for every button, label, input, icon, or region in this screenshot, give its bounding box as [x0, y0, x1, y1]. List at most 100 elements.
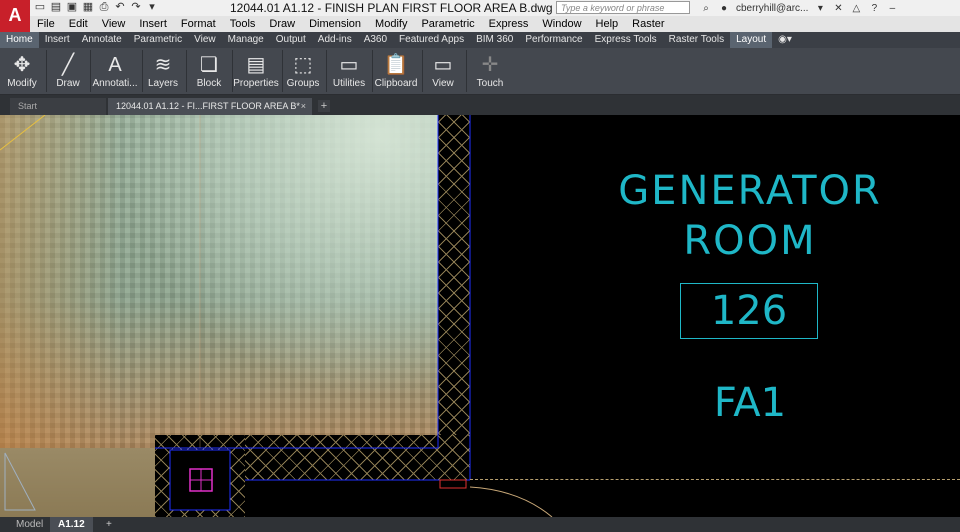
panel-draw-label: Draw — [56, 78, 80, 89]
panel-touch[interactable]: ✛ Touch — [468, 48, 512, 94]
menu-raster[interactable]: Raster — [625, 16, 671, 32]
tab-home[interactable]: Home — [0, 32, 39, 48]
menu-help[interactable]: Help — [589, 16, 626, 32]
panel-block[interactable]: ❏ Block — [188, 48, 230, 94]
menu-modify[interactable]: Modify — [368, 16, 414, 32]
panel-modify-label: Modify — [7, 78, 37, 89]
measure-icon: ▭ — [339, 54, 359, 76]
tab-bim-360[interactable]: BIM 360 — [470, 32, 519, 48]
menu-format[interactable]: Format — [174, 16, 223, 32]
help-icon[interactable]: ? — [868, 3, 880, 14]
panel-layers-label: Layers — [147, 78, 178, 89]
panel-layers[interactable]: ≋ Layers — [144, 48, 182, 94]
panel-groups[interactable]: ⬚ Groups — [284, 48, 322, 94]
menu-express[interactable]: Express — [482, 16, 536, 32]
panel-view[interactable]: ▭ View — [424, 48, 462, 94]
ribbon-separator — [186, 50, 187, 92]
panel-modify[interactable]: ✥ Modify — [2, 48, 42, 94]
doc-tab-start[interactable]: Start — [10, 98, 106, 115]
tab-insert[interactable]: Insert — [39, 32, 76, 48]
panel-utilities-label: Utilities — [332, 78, 366, 89]
panel-utilities[interactable]: ▭ Utilities — [328, 48, 370, 94]
menu-parametric[interactable]: Parametric — [414, 16, 481, 32]
ribbon-separator — [282, 50, 283, 92]
triangle-symbol — [4, 452, 36, 511]
new-file-icon[interactable]: ▭ — [34, 1, 46, 13]
menu-insert[interactable]: Insert — [132, 16, 174, 32]
properties-icon: ▤ — [246, 54, 266, 76]
ribbon-separator — [326, 50, 327, 92]
move-icon: ✥ — [13, 54, 31, 76]
panel-properties-label: Properties — [233, 78, 279, 89]
menu-window[interactable]: Window — [535, 16, 588, 32]
qat-dropdown-icon[interactable]: ▾ — [146, 1, 158, 13]
menu-tools[interactable]: Tools — [223, 16, 263, 32]
panel-annotation-label: Annotati... — [92, 78, 138, 89]
panel-draw[interactable]: ╱ Draw — [50, 48, 86, 94]
line-icon: ╱ — [61, 54, 75, 76]
layers-icon: ≋ — [154, 54, 172, 76]
search-input[interactable]: Type a keyword or phrase — [556, 1, 690, 14]
panel-properties[interactable]: ▤ Properties — [233, 48, 279, 94]
dashed-line — [470, 479, 960, 480]
ribbon-tabs: Home Insert Annotate Parametric View Man… — [0, 32, 960, 48]
new-tab-button[interactable]: + — [318, 100, 330, 112]
chevron-down-icon[interactable]: ▾ — [814, 3, 826, 14]
touch-icon: ✛ — [481, 54, 499, 76]
quick-access-toolbar: ▭ ▤ ▣ ▦ ⎙ ↶ ↷ ▾ — [34, 1, 158, 13]
text-icon: A — [108, 54, 122, 76]
room-name-line-2: ROOM — [683, 218, 817, 264]
panel-clipboard[interactable]: 📋 Clipboard — [373, 48, 419, 94]
layout-tabs-bar: Model A1.12 + — [0, 517, 960, 532]
tab-raster-tools[interactable]: Raster Tools — [663, 32, 730, 48]
autocad-logo[interactable]: A — [0, 0, 30, 32]
user-area: ⌕ ● cberryhill@arc... ▾ ✕ △ ? – — [700, 0, 898, 16]
ribbon-options-icon[interactable]: ◉▾ — [772, 32, 798, 48]
plot-icon[interactable]: ⎙ — [98, 1, 110, 13]
tab-add-ins[interactable]: Add-ins — [312, 32, 358, 48]
tab-view[interactable]: View — [188, 32, 222, 48]
tab-parametric[interactable]: Parametric — [128, 32, 188, 48]
user-name[interactable]: cberryhill@arc... — [736, 3, 808, 14]
tab-annotate[interactable]: Annotate — [76, 32, 128, 48]
clipboard-icon: 📋 — [383, 54, 409, 76]
tab-performance[interactable]: Performance — [519, 32, 588, 48]
document-tabs: Start 12044.01 A1.12 - FI...FIRST FLOOR … — [0, 95, 960, 115]
open-folder-icon[interactable]: ▤ — [50, 1, 62, 13]
doc-tab-file[interactable]: 12044.01 A1.12 - FI...FIRST FLOOR AREA B… — [108, 98, 312, 115]
menu-file[interactable]: File — [30, 16, 62, 32]
tab-layout-a1-12[interactable]: A1.12 — [50, 517, 93, 532]
view-icon: ▭ — [433, 54, 453, 76]
menu-draw[interactable]: Draw — [262, 16, 302, 32]
redo-icon[interactable]: ↷ — [130, 1, 142, 13]
user-icon[interactable]: ● — [718, 3, 730, 14]
ribbon-separator — [466, 50, 467, 92]
tab-a360[interactable]: A360 — [358, 32, 393, 48]
undo-icon[interactable]: ↶ — [114, 1, 126, 13]
save-icon[interactable]: ▣ — [66, 1, 78, 13]
binoculars-icon[interactable]: ⌕ — [700, 3, 712, 14]
panel-block-label: Block — [196, 78, 222, 89]
ribbon-separator — [422, 50, 423, 92]
ribbon: ✥ Modify ╱ Draw A Annotati... ≋ Layers ❏… — [0, 48, 960, 95]
minimize-icon[interactable]: – — [886, 3, 898, 14]
tab-featured-apps[interactable]: Featured Apps — [393, 32, 470, 48]
exchange-icon[interactable]: ✕ — [832, 3, 844, 14]
a360-icon[interactable]: △ — [850, 3, 862, 14]
add-layout-button[interactable]: + — [98, 517, 120, 532]
drawing-canvas[interactable]: GENERATOR ROOM 126 FA1 — [0, 115, 960, 517]
tab-manage[interactable]: Manage — [222, 32, 270, 48]
diagonal-line — [0, 115, 46, 151]
block-icon: ❏ — [200, 54, 218, 76]
menu-edit[interactable]: Edit — [62, 16, 95, 32]
tab-express-tools[interactable]: Express Tools — [589, 32, 663, 48]
save-as-icon[interactable]: ▦ — [82, 1, 94, 13]
tab-layout[interactable]: Layout — [730, 32, 773, 48]
close-icon[interactable]: × — [301, 98, 306, 115]
tab-model[interactable]: Model — [8, 517, 51, 532]
panel-annotation[interactable]: A Annotati... — [92, 48, 138, 94]
menu-view[interactable]: View — [95, 16, 133, 32]
tab-output[interactable]: Output — [270, 32, 312, 48]
menu-dimension[interactable]: Dimension — [302, 16, 368, 32]
room-number: 126 — [710, 288, 788, 334]
